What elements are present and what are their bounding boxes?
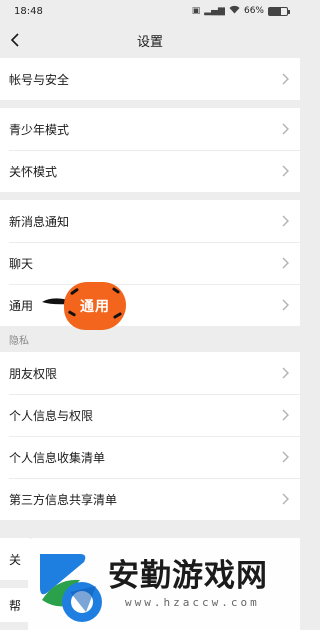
- site-watermark: 安勤游戏网 www.hzaccw.com: [28, 538, 300, 630]
- settings-item-personal-info-permissions[interactable]: 个人信息与权限: [0, 394, 300, 436]
- status-time: 18:48: [14, 5, 43, 17]
- settings-item-label: 个人信息与权限: [9, 408, 94, 423]
- settings-item-friend-permissions[interactable]: 朋友权限: [0, 352, 300, 394]
- status-icons: ▣ ▂▄▆ 66%: [191, 5, 290, 17]
- chevron-right-icon: [282, 215, 289, 227]
- watermark-url: www.hzaccw.com: [125, 596, 260, 609]
- settings-item-account-security[interactable]: 帐号与安全: [0, 58, 300, 100]
- chevron-right-icon: [282, 409, 289, 421]
- status-bar: 18:48 ▣ ▂▄▆ 66%: [0, 0, 300, 22]
- settings-item-label: 朋友权限: [9, 366, 58, 381]
- partial-rows: 关 帮: [0, 538, 30, 630]
- battery-percent: 66%: [243, 6, 264, 16]
- chevron-right-icon: [282, 451, 289, 463]
- settings-item-third-party-sharing[interactable]: 第三方信息共享清单: [0, 478, 300, 520]
- settings-item-label: 第三方信息共享清单: [9, 492, 118, 507]
- chevron-left-icon: [10, 33, 19, 47]
- page-title: 设置: [136, 34, 163, 50]
- settings-item-label: 通用: [9, 298, 34, 313]
- settings-group-privacy: 朋友权限 个人信息与权限 个人信息收集清单 第三方信息共享清单: [0, 352, 300, 520]
- section-label-privacy: 隐私: [0, 326, 300, 352]
- chevron-right-icon: [282, 165, 289, 177]
- nfc-icon: ▣: [191, 5, 201, 16]
- chevron-right-icon: [282, 257, 289, 269]
- back-button[interactable]: [4, 22, 26, 58]
- chevron-right-icon: [282, 73, 289, 85]
- settings-item-general[interactable]: 通用: [0, 284, 300, 326]
- settings-item-label: 帐号与安全: [9, 72, 70, 87]
- settings-item-label: 聊天: [9, 256, 34, 271]
- settings-item-care-mode[interactable]: 关怀模式: [0, 150, 300, 192]
- wifi-icon: [229, 5, 240, 17]
- settings-item-partial[interactable]: 关: [0, 538, 30, 580]
- settings-item-label: 个人信息收集清单: [9, 450, 106, 465]
- settings-group-modes: 青少年模式 关怀模式: [0, 108, 300, 192]
- settings-item-personal-info-list[interactable]: 个人信息收集清单: [0, 436, 300, 478]
- chevron-right-icon: [282, 299, 289, 311]
- settings-group-general: 新消息通知 聊天 通用: [0, 200, 300, 326]
- settings-item-label: 新消息通知: [9, 214, 70, 229]
- settings-item-partial[interactable]: 帮: [0, 580, 30, 622]
- settings-item-notifications[interactable]: 新消息通知: [0, 200, 300, 242]
- chevron-right-icon: [282, 123, 289, 135]
- group-spacer: [0, 100, 300, 108]
- settings-item-chat[interactable]: 聊天: [0, 242, 300, 284]
- group-spacer: [0, 192, 300, 200]
- settings-item-label: 青少年模式: [9, 122, 70, 137]
- watermark-title: 安勤游戏网: [108, 558, 268, 594]
- battery-icon: [268, 6, 290, 16]
- nav-bar: 设置: [0, 22, 300, 58]
- chevron-right-icon: [282, 493, 289, 505]
- settings-item-label: 关怀模式: [9, 164, 58, 179]
- watermark-logo-icon: [40, 554, 102, 622]
- signal-icon: ▂▄▆: [204, 5, 225, 16]
- settings-group-account: 帐号与安全: [0, 58, 300, 100]
- chevron-right-icon: [282, 367, 289, 379]
- settings-item-youth-mode[interactable]: 青少年模式: [0, 108, 300, 150]
